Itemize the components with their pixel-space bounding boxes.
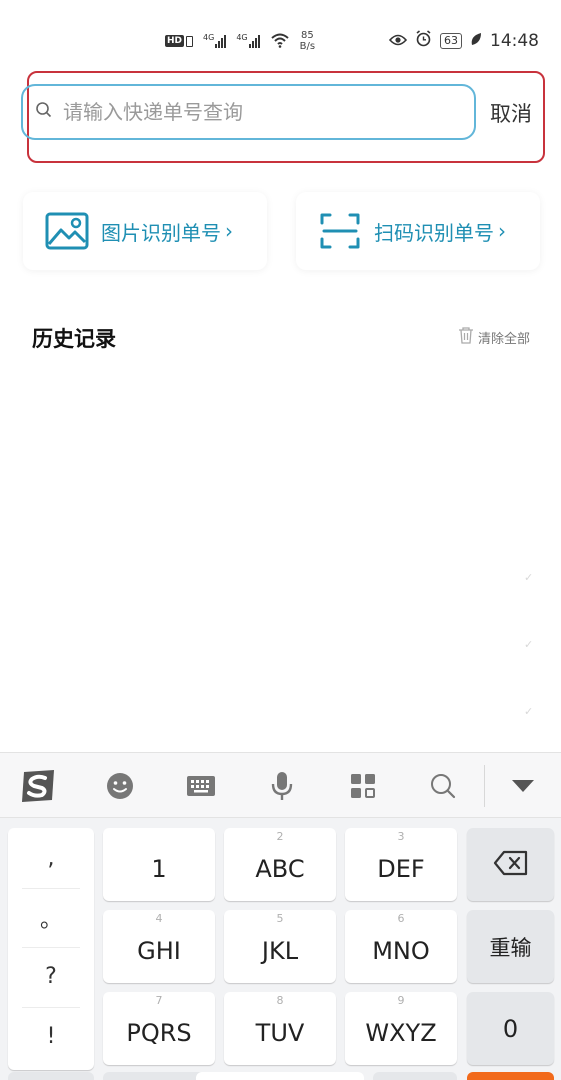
- punctuation-column: , 。 ? !: [8, 828, 94, 1070]
- signal-bars-icon: [248, 34, 260, 48]
- key-number: 2: [276, 830, 284, 843]
- enter-key-partial[interactable]: [467, 1072, 554, 1080]
- scan-icon: [318, 211, 362, 251]
- key-label: JKL: [261, 936, 299, 965]
- punctuation-key[interactable]: ?: [8, 948, 94, 1005]
- key-6-mno[interactable]: 6 MNO: [345, 910, 457, 983]
- bottom-key-partial[interactable]: [8, 1072, 94, 1080]
- toolbar-divider: [484, 765, 485, 807]
- status-bar-right: 63 14:48: [388, 30, 539, 52]
- clock: 14:48: [490, 31, 539, 51]
- hd-phone-icon: [186, 35, 194, 47]
- battery-indicator: 63: [440, 33, 462, 49]
- hd-badge: HD: [165, 35, 185, 47]
- search-box[interactable]: [21, 84, 476, 140]
- clear-all-button[interactable]: 清除全部: [458, 326, 530, 348]
- keyboard-icon[interactable]: [181, 768, 221, 804]
- backspace-icon: [493, 850, 529, 880]
- signal-1: 4G: [203, 33, 227, 48]
- key-number: 3: [397, 830, 405, 843]
- trash-icon: [458, 326, 474, 348]
- wifi-icon: [270, 32, 290, 51]
- space-key-partial[interactable]: [196, 1072, 364, 1080]
- key-label: WXYZ: [365, 1018, 437, 1047]
- status-bar: HD 4G 4G 85 B/s 63 14:48: [0, 0, 561, 70]
- reset-input-key[interactable]: 重输: [467, 910, 554, 983]
- key-label: MNO: [372, 936, 430, 965]
- scan-recognize-button[interactable]: 扫码识别单号 ›: [296, 192, 540, 270]
- key-9-wxyz[interactable]: 9 WXYZ: [345, 992, 457, 1065]
- speed-unit: B/s: [299, 41, 316, 52]
- chevron-right-icon: ›: [225, 219, 233, 243]
- signal-bars-icon: [215, 34, 227, 48]
- status-bar-left: HD 4G 4G 85 B/s: [165, 30, 315, 52]
- leaf-icon: [470, 31, 482, 51]
- punctuation-key[interactable]: 。: [8, 889, 94, 946]
- key-5-jkl[interactable]: 5 JKL: [224, 910, 336, 983]
- key-label: 1: [151, 854, 167, 883]
- microphone-icon[interactable]: [262, 768, 302, 804]
- punctuation-key[interactable]: ,: [8, 830, 94, 887]
- key-number: 7: [155, 994, 163, 1007]
- key-number: 5: [276, 912, 284, 925]
- clear-all-label: 清除全部: [478, 331, 531, 347]
- eye-icon: [388, 31, 408, 51]
- image-recognize-button[interactable]: 图片识别单号 ›: [23, 192, 267, 270]
- key-number: 4: [155, 912, 163, 925]
- key-number: 9: [397, 994, 405, 1007]
- key-label: DEF: [377, 854, 425, 883]
- key-label: GHI: [137, 936, 181, 965]
- ghost-check-icon: ✓: [524, 571, 534, 584]
- sogou-logo-icon[interactable]: [18, 768, 58, 804]
- chevron-right-icon: ›: [498, 219, 506, 243]
- key-4-ghi[interactable]: 4 GHI: [103, 910, 215, 983]
- search-icon[interactable]: [423, 768, 463, 804]
- key-3-def[interactable]: 3 DEF: [345, 828, 457, 901]
- hd-indicator: HD: [165, 35, 194, 47]
- key-0[interactable]: 0: [467, 992, 554, 1065]
- ghost-check-icon: ✓: [524, 638, 534, 651]
- key-label: 重输: [489, 935, 532, 960]
- key-8-tuv[interactable]: 8 TUV: [224, 992, 336, 1065]
- emoji-icon[interactable]: [100, 768, 140, 804]
- key-number: 6: [397, 912, 405, 925]
- key-2-abc[interactable]: 2 ABC: [224, 828, 336, 901]
- key-label: TUV: [255, 1018, 305, 1047]
- grid-apps-icon[interactable]: [343, 768, 383, 804]
- key-7-pqrs[interactable]: 7 PQRS: [103, 992, 215, 1065]
- punctuation-key[interactable]: !: [8, 1008, 94, 1065]
- signal-2: 4G: [236, 33, 260, 48]
- ghost-check-icon: ✓: [524, 705, 534, 718]
- search-icon: [35, 101, 53, 123]
- image-recognize-label: 图片识别单号: [101, 220, 221, 245]
- key-number: 8: [276, 994, 284, 1007]
- collapse-keyboard-icon[interactable]: [503, 768, 543, 804]
- keyboard-toolbar: [0, 752, 561, 818]
- tracking-number-search-input[interactable]: [61, 99, 445, 125]
- backspace-key[interactable]: [467, 828, 554, 901]
- network-type-2: 4G: [236, 33, 248, 42]
- network-speed: 85 B/s: [300, 30, 315, 52]
- speed-value: 85: [300, 30, 314, 41]
- key-label: PQRS: [126, 1018, 192, 1047]
- history-title: 历史记录: [32, 327, 116, 351]
- key-1[interactable]: 1: [103, 828, 215, 901]
- key-label: ABC: [255, 854, 305, 883]
- bottom-key-partial[interactable]: [373, 1072, 457, 1080]
- network-type-1: 4G: [203, 33, 215, 42]
- cancel-button[interactable]: 取消: [490, 98, 532, 128]
- key-label: 0: [502, 1014, 519, 1043]
- alarm-icon: [415, 30, 432, 52]
- image-icon: [45, 211, 89, 251]
- soft-keyboard: , 。 ? ! 1 2 ABC 3 DEF 4 GHI 5 JKL 6 MNO …: [0, 752, 561, 1080]
- scan-recognize-label: 扫码识别单号: [374, 220, 494, 245]
